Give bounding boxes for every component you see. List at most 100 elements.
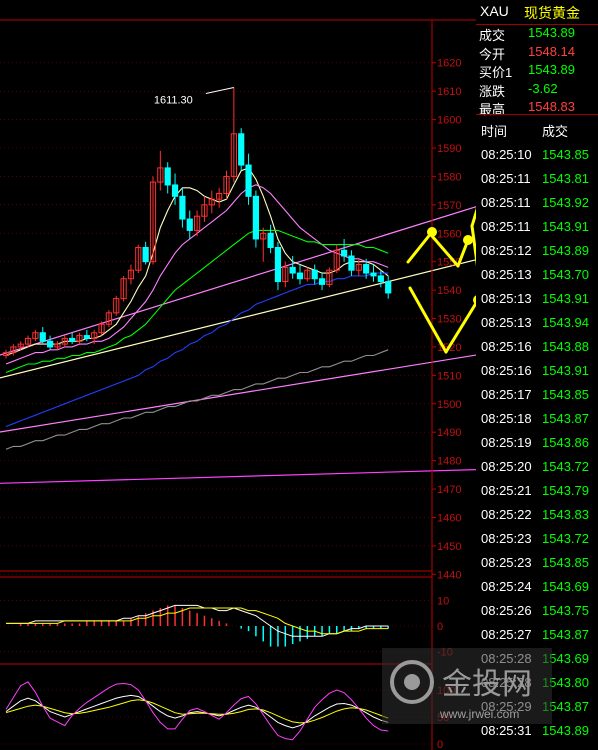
tick-price: 1543.72 <box>542 531 589 546</box>
tick-time: 08:25:12 <box>481 243 532 258</box>
candle-body <box>267 232 274 248</box>
tick-time: 08:25:19 <box>481 435 532 450</box>
quote-header: XAU 现货黄金 <box>476 0 598 25</box>
tick-time: 08:25:24 <box>481 579 532 594</box>
tick-time: 08:25:17 <box>481 387 532 402</box>
tick-row[interactable]: 08:25:22 1543.83 <box>476 504 598 528</box>
quote-label: 涨跌 <box>479 83 506 99</box>
tick-row[interactable]: 08:25:16 1543.91 <box>476 360 598 384</box>
trend-line <box>0 468 476 484</box>
price-tick-label: 1530 <box>437 314 461 326</box>
high-annotation-label: 1611.30 <box>154 94 193 106</box>
tick-row[interactable]: 08:25:13 1543.70 <box>476 264 598 288</box>
candlesticks <box>2 87 392 359</box>
tick-time: 08:25:20 <box>481 459 532 474</box>
candle-body <box>171 184 179 197</box>
tick-row[interactable]: 08:25:16 1543.88 <box>476 336 598 360</box>
tick-row[interactable]: 08:25:23 1543.72 <box>476 528 598 552</box>
ticks-header: 时间 成交 <box>476 114 598 145</box>
tick-price: 1543.92 <box>542 195 589 210</box>
tick-row[interactable]: 08:25:23 1543.85 <box>476 552 598 576</box>
yellow-arrow-stroke <box>406 230 434 264</box>
tick-price: 1543.69 <box>542 579 589 594</box>
candle-body <box>385 281 392 294</box>
quote-row: 涨跌 -3.62 <box>476 80 598 99</box>
tick-row[interactable]: 08:25:12 1543.89 <box>476 240 598 264</box>
yellow-arrow-head <box>427 227 437 237</box>
price-tick-label: 1540 <box>437 285 461 297</box>
ticks-header-time: 时间 <box>481 124 508 139</box>
chart-area[interactable]: 1611.30 16201610160015901580157015601550… <box>0 0 476 750</box>
tick-row[interactable]: 08:25:11 1543.91 <box>476 216 598 240</box>
tick-row[interactable]: 08:25:20 1543.72 <box>476 456 598 480</box>
symbol-code: XAU <box>480 3 509 19</box>
quote-row: 今开 1548.14 <box>476 43 598 62</box>
tick-row[interactable]: 08:25:17 1543.85 <box>476 384 598 408</box>
quote-panel: XAU 现货黄金 成交 1543.89 今开 1548.14 买价1 1543.89 涨跌 -… <box>476 0 598 750</box>
tick-price: 1543.81 <box>542 171 589 186</box>
price-tick-label: 1450 <box>437 541 461 553</box>
tick-row[interactable]: 08:25:26 1543.75 <box>476 600 598 624</box>
candle-body <box>363 264 370 274</box>
quote-label: 成交 <box>479 28 506 43</box>
tick-row[interactable]: 08:25:11 1543.81 <box>476 168 598 192</box>
candle-body <box>377 275 384 283</box>
quote-value: 1543.89 <box>528 25 575 40</box>
tick-time: 08:25:16 <box>481 339 532 354</box>
watermark-url: www.jrwei.com <box>439 707 519 721</box>
tick-price: 1543.83 <box>542 507 589 522</box>
tick-time: 08:25:22 <box>481 507 532 522</box>
quote-label: 今开 <box>479 46 506 62</box>
price-tick-label: 1440 <box>437 569 461 581</box>
tick-price: 1543.75 <box>542 603 589 618</box>
tick-row[interactable]: 08:25:21 1543.79 <box>476 480 598 504</box>
tick-time: 08:25:31 <box>481 723 532 738</box>
candle-body <box>348 255 355 271</box>
tick-row[interactable]: 08:25:11 1543.92 <box>476 192 598 216</box>
price-grid <box>0 19 476 575</box>
tick-time: 08:25:23 <box>481 531 532 546</box>
tick-row[interactable]: 08:25:18 1543.87 <box>476 408 598 432</box>
moving-average-line <box>5 167 389 357</box>
tick-time: 08:25:11 <box>481 195 531 210</box>
tick-price: 1543.85 <box>542 555 589 570</box>
quote-value: 1548.83 <box>528 99 575 114</box>
trend-line <box>0 206 476 356</box>
tick-time: 08:25:18 <box>481 411 532 426</box>
tick-price: 1543.85 <box>542 387 589 402</box>
watermark-logo: 金投网 www.jrwei.com <box>382 648 552 724</box>
price-tick-label: 1460 <box>437 512 461 524</box>
trend-line <box>0 259 476 379</box>
price-tick-label: 1490 <box>437 427 461 439</box>
tick-row[interactable]: 08:25:19 1543.86 <box>476 432 598 456</box>
tick-row[interactable]: 08:25:13 1543.91 <box>476 288 598 312</box>
tick-price: 1543.87 <box>542 411 589 426</box>
price-axis: 1620161016001590158015701560155015401530… <box>431 20 461 750</box>
tick-price: 1543.72 <box>542 459 589 474</box>
candle-body <box>318 278 326 285</box>
candle-body <box>83 335 90 339</box>
tick-row[interactable]: 08:25:13 1543.94 <box>476 312 598 336</box>
tick-row[interactable]: 08:25:27 1543.87 <box>476 624 598 648</box>
moving-averages <box>5 167 389 450</box>
price-tick-label: 1470 <box>437 484 461 496</box>
quote-label: 买价1 <box>479 65 513 80</box>
tick-row[interactable]: 08:25:24 1543.69 <box>476 576 598 600</box>
tick-time: 08:25:21 <box>481 483 532 498</box>
candle-body <box>245 164 252 197</box>
tick-row[interactable]: 08:25:10 1543.85 <box>476 144 598 168</box>
ticks-header-price: 成交 <box>542 124 569 139</box>
watermark-name: 金投网 <box>442 667 532 702</box>
high-annotation: 1611.30 <box>154 86 234 106</box>
candle-body <box>69 337 76 342</box>
candle-body <box>370 272 377 277</box>
tick-time: 08:25:11 <box>481 171 531 186</box>
tick-time: 08:25:13 <box>481 315 532 330</box>
candle-body <box>238 133 245 166</box>
candle-body <box>179 195 186 220</box>
candle-body <box>252 195 260 240</box>
candle-body <box>274 246 282 283</box>
macd-tick-label: 0 <box>437 621 443 633</box>
price-tick-label: 1580 <box>437 171 461 183</box>
price-tick-label: 1510 <box>437 370 461 382</box>
